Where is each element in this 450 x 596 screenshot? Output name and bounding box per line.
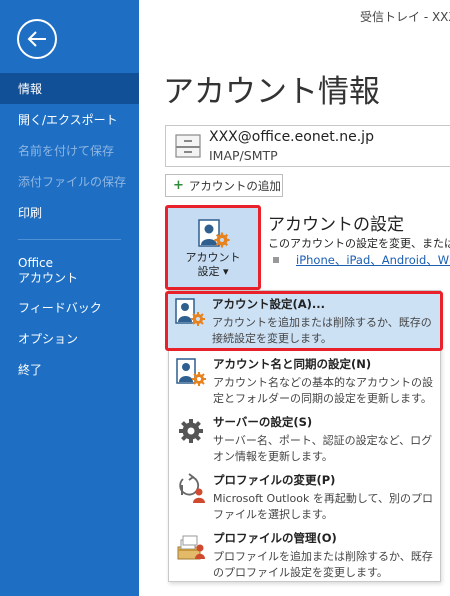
menu-item-change-profile[interactable]: プロファイルの変更(P) Microsoft Outlook を再起動して、別の… bbox=[169, 469, 440, 525]
menu-item-description: サーバー名、ポート、認証の設定など、ログオン情報を更新します。 bbox=[213, 434, 433, 463]
profile-manage-icon bbox=[175, 531, 207, 567]
menu-item-manage-profiles[interactable]: プロファイルの管理(O) プロファイルを追加または削除するか、既存のプロファイル… bbox=[169, 527, 440, 583]
menu-item-description: アカウントを追加または削除するか、既存の接続設定を変更します。 bbox=[212, 316, 432, 345]
account-sync-icon bbox=[175, 357, 207, 393]
bullet-icon bbox=[273, 257, 279, 263]
sidebar-nav: 情報 開く/エクスポート 名前を付けて保存 添付ファイルの保存 印刷 Offic… bbox=[0, 73, 139, 385]
menu-item-title: アカウント設定(A)... bbox=[212, 297, 326, 311]
menu-item-title: プロファイルの変更(P) bbox=[213, 473, 336, 487]
sidebar-item-options[interactable]: オプション bbox=[0, 323, 139, 354]
account-settings-line2: 設定 ▾ bbox=[197, 265, 229, 278]
sidebar-divider bbox=[18, 239, 121, 240]
gear-icon bbox=[175, 415, 207, 451]
add-account-label: アカウントの追加 bbox=[188, 178, 281, 193]
sidebar-item-print[interactable]: 印刷 bbox=[0, 197, 139, 228]
mobile-setup-link[interactable]: iPhone、iPad、Android、Win bbox=[296, 252, 450, 268]
add-account-button[interactable]: + アカウントの追加 bbox=[165, 174, 283, 197]
menu-item-description: アカウント名などの基本的なアカウントの設定とフォルダーの同期の設定を更新します。 bbox=[213, 376, 433, 405]
profile-change-icon bbox=[175, 473, 207, 509]
account-type: IMAP/SMTP bbox=[209, 148, 278, 163]
account-settings-button[interactable]: アカウント 設定 ▾ bbox=[165, 205, 261, 290]
account-settings-icon bbox=[197, 218, 231, 254]
menu-item-account-settings-highlight[interactable]: アカウント設定(A)... アカウントを追加または削除するか、既存の接続設定を変… bbox=[165, 291, 443, 351]
menu-item-account-name-sync[interactable]: アカウント名と同期の設定(N) アカウント名などの基本的なアカウントの設定とフォ… bbox=[169, 353, 440, 409]
back-arrow-icon bbox=[27, 31, 46, 47]
menu-item-description: プロファイルを追加または削除するか、既存のプロファイル設定を変更します。 bbox=[213, 550, 433, 579]
office-account-line1: Office bbox=[18, 256, 54, 270]
menu-item-title: プロファイルの管理(O) bbox=[213, 531, 337, 545]
account-email: XXX@office.eonet.ne.jp bbox=[209, 129, 374, 145]
office-account-line2: アカウント bbox=[18, 271, 79, 285]
page-title: アカウント情報 bbox=[163, 74, 380, 110]
sidebar-item-feedback[interactable]: フィードバック bbox=[0, 292, 139, 323]
sidebar-item-office-account[interactable]: Office アカウント bbox=[0, 250, 139, 292]
sidebar-item-save-as[interactable]: 名前を付けて保存 bbox=[0, 135, 139, 166]
window-title: 受信トレイ - XXX bbox=[360, 10, 450, 24]
account-selector[interactable]: XXX@office.eonet.ne.jp IMAP/SMTP bbox=[165, 125, 450, 167]
sidebar: 情報 開く/エクスポート 名前を付けて保存 添付ファイルの保存 印刷 Offic… bbox=[0, 0, 139, 596]
account-settings-icon bbox=[174, 297, 206, 333]
account-settings-line1: アカウント bbox=[185, 251, 241, 264]
menu-item-description: Microsoft Outlook を再起動して、別のプロファイルを選択します。 bbox=[213, 492, 434, 521]
back-button[interactable] bbox=[17, 19, 57, 59]
plus-icon: + bbox=[173, 178, 184, 193]
sidebar-item-exit[interactable]: 終了 bbox=[0, 354, 139, 385]
account-settings-heading: アカウントの設定 bbox=[268, 215, 404, 235]
mail-account-icon bbox=[174, 132, 202, 164]
sidebar-item-info[interactable]: 情報 bbox=[0, 73, 139, 104]
menu-item-title: サーバーの設定(S) bbox=[213, 415, 313, 429]
sidebar-item-save-attachments[interactable]: 添付ファイルの保存 bbox=[0, 166, 139, 197]
menu-item-title: アカウント名と同期の設定(N) bbox=[213, 357, 372, 371]
account-settings-button-label: アカウント 設定 ▾ bbox=[168, 251, 258, 279]
account-settings-description: このアカウントの設定を変更、または追 bbox=[268, 237, 450, 250]
menu-item-server-settings[interactable]: サーバーの設定(S) サーバー名、ポート、認証の設定など、ログオン情報を更新しま… bbox=[169, 411, 440, 467]
sidebar-item-open-export[interactable]: 開く/エクスポート bbox=[0, 104, 139, 135]
